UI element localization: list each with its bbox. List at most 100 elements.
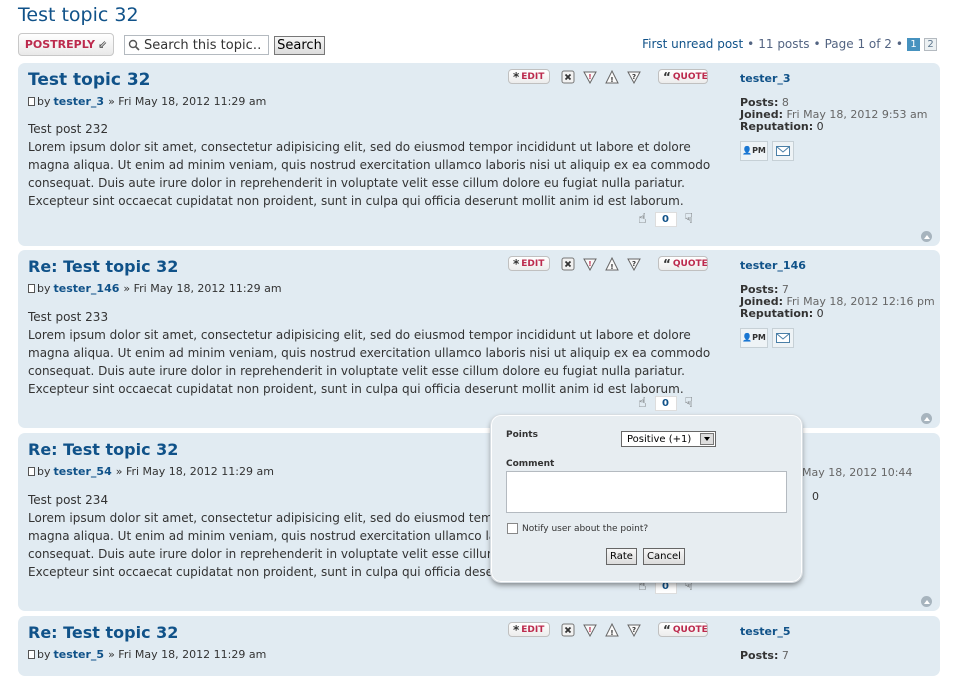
post-author-link[interactable]: tester_54 bbox=[54, 465, 112, 478]
back-to-top-icon[interactable] bbox=[921, 596, 932, 607]
profile-username[interactable]: tester_146 bbox=[740, 260, 936, 272]
post-actions: * EDIT ! ! ? “QUOTE bbox=[508, 622, 708, 637]
post-byline: by tester_54 » Fri May 18, 2012 11:29 am bbox=[28, 465, 274, 478]
page-title[interactable]: Test topic 32 bbox=[18, 4, 139, 26]
cancel-button[interactable]: Cancel bbox=[643, 548, 685, 565]
post-icon bbox=[28, 284, 35, 293]
posts-count: 11 posts bbox=[758, 37, 810, 51]
post-rating: ☝ 0 ☟ bbox=[638, 395, 693, 411]
report-icon[interactable]: ! bbox=[582, 622, 598, 637]
quote-button[interactable]: “QUOTE bbox=[658, 622, 708, 637]
post-1: Test topic 32 by tester_3 » Fri May 18, … bbox=[18, 63, 940, 246]
warn-icon[interactable]: ! bbox=[604, 256, 620, 271]
post-author-link[interactable]: tester_3 bbox=[54, 95, 105, 108]
comment-input[interactable] bbox=[506, 471, 787, 513]
profile-username[interactable]: tester_3 bbox=[740, 73, 936, 85]
info-icon[interactable]: ? bbox=[626, 622, 642, 637]
user-icon: 👤 bbox=[742, 333, 753, 342]
notify-option: Notify user about the point? bbox=[507, 523, 648, 534]
post-title[interactable]: Re: Test topic 32 bbox=[28, 257, 178, 276]
edit-label: EDIT bbox=[521, 258, 545, 269]
post-content: Test post 233 Lorem ipsum dolor sit amet… bbox=[28, 308, 728, 398]
report-icon[interactable]: ! bbox=[582, 69, 598, 84]
search-button[interactable]: Search bbox=[274, 36, 325, 55]
back-to-top-icon[interactable] bbox=[921, 413, 932, 424]
delete-icon[interactable] bbox=[560, 256, 576, 271]
post-author-link[interactable]: tester_146 bbox=[54, 282, 120, 295]
search-input[interactable] bbox=[144, 37, 262, 53]
post-content: Test post 232 Lorem ipsum dolor sit amet… bbox=[28, 120, 728, 210]
warn-icon[interactable]: ! bbox=[604, 622, 620, 637]
thumbs-down-icon[interactable]: ☟ bbox=[685, 211, 694, 227]
svg-text:?: ? bbox=[632, 73, 636, 81]
quote-button[interactable]: “QUOTE bbox=[658, 256, 708, 271]
post-date: » Fri May 18, 2012 11:29 am bbox=[108, 95, 267, 108]
svg-text:!: ! bbox=[610, 263, 613, 271]
svg-text:!: ! bbox=[610, 76, 613, 84]
reputation-value: 0 bbox=[816, 307, 824, 320]
report-icon[interactable]: ! bbox=[582, 256, 598, 271]
page-2-button[interactable]: 2 bbox=[924, 37, 937, 51]
post-icon bbox=[28, 650, 35, 659]
quote-label: QUOTE bbox=[672, 624, 708, 635]
chevron-down-icon[interactable] bbox=[700, 433, 714, 445]
by-label: by bbox=[37, 95, 51, 108]
post-body: Lorem ipsum dolor sit amet, consectetur … bbox=[28, 140, 711, 208]
pm-button[interactable]: 👤 PM bbox=[740, 328, 768, 348]
info-icon[interactable]: ? bbox=[626, 256, 642, 271]
pm-label: PM bbox=[752, 333, 766, 342]
post-title[interactable]: Test topic 32 bbox=[28, 70, 151, 90]
separator-bullet: • bbox=[813, 37, 821, 51]
edit-button[interactable]: * EDIT bbox=[508, 69, 550, 84]
envelope-icon bbox=[776, 146, 790, 156]
post-title[interactable]: Re: Test topic 32 bbox=[28, 623, 178, 642]
warn-icon[interactable]: ! bbox=[604, 69, 620, 84]
post-byline: by tester_3 » Fri May 18, 2012 11:29 am bbox=[28, 95, 266, 108]
by-label: by bbox=[37, 282, 51, 295]
search-box[interactable] bbox=[124, 35, 269, 55]
post-date: » Fri May 18, 2012 11:29 am bbox=[108, 648, 267, 661]
email-button[interactable] bbox=[772, 328, 794, 348]
rating-count: 0 bbox=[654, 211, 677, 227]
thumbs-down-icon[interactable]: ☟ bbox=[685, 395, 694, 411]
delete-icon[interactable] bbox=[560, 622, 576, 637]
post-actions: * EDIT ! ! ? “QUOTE bbox=[508, 256, 708, 271]
svg-text:!: ! bbox=[588, 260, 591, 268]
points-selected-value: Positive (+1) bbox=[627, 433, 692, 445]
email-button[interactable] bbox=[772, 141, 794, 161]
notify-checkbox[interactable] bbox=[507, 523, 518, 534]
post-author-link[interactable]: tester_5 bbox=[54, 648, 105, 661]
pm-label: PM bbox=[752, 146, 766, 155]
quote-label: QUOTE bbox=[672, 258, 708, 269]
user-icon: 👤 bbox=[742, 146, 753, 155]
comment-label: Comment bbox=[506, 459, 555, 469]
post-byline: by tester_146 » Fri May 18, 2012 11:29 a… bbox=[28, 282, 282, 295]
rate-popup: Points Positive (+1) Comment Notify user… bbox=[490, 414, 803, 583]
points-select[interactable]: Positive (+1) bbox=[621, 431, 716, 447]
search-icon bbox=[128, 39, 140, 51]
post-date: » Fri May 18, 2012 11:29 am bbox=[123, 282, 282, 295]
page-1-button[interactable]: 1 bbox=[907, 37, 920, 51]
thumbs-up-icon[interactable]: ☝ bbox=[638, 211, 647, 227]
pm-button[interactable]: 👤 PM bbox=[740, 141, 768, 161]
edit-button[interactable]: * EDIT bbox=[508, 256, 550, 271]
reputation-value: 0 bbox=[812, 490, 819, 503]
post-title[interactable]: Re: Test topic 32 bbox=[28, 440, 178, 459]
post-4: Re: Test topic 32 by tester_5 » Fri May … bbox=[18, 616, 940, 676]
delete-icon[interactable] bbox=[560, 69, 576, 84]
rate-button[interactable]: Rate bbox=[606, 548, 637, 565]
first-unread-link[interactable]: First unread post bbox=[642, 37, 743, 51]
post-first-line: Test post 232 bbox=[28, 122, 109, 136]
separator-bullet: • bbox=[895, 37, 903, 51]
thumbs-up-icon[interactable]: ☝ bbox=[638, 395, 647, 411]
edit-button[interactable]: * EDIT bbox=[508, 622, 550, 637]
back-to-top-icon[interactable] bbox=[921, 231, 932, 242]
postreply-button[interactable]: POSTREPLY ⇙ bbox=[18, 33, 114, 56]
points-label: Points bbox=[506, 430, 538, 440]
page-info: Page 1 of 2 bbox=[824, 37, 892, 51]
profile-username[interactable]: tester_5 bbox=[740, 626, 936, 638]
quote-button[interactable]: “QUOTE bbox=[658, 69, 708, 84]
quote-label: QUOTE bbox=[672, 71, 708, 82]
info-icon[interactable]: ? bbox=[626, 69, 642, 84]
post-date: » Fri May 18, 2012 11:29 am bbox=[115, 465, 274, 478]
